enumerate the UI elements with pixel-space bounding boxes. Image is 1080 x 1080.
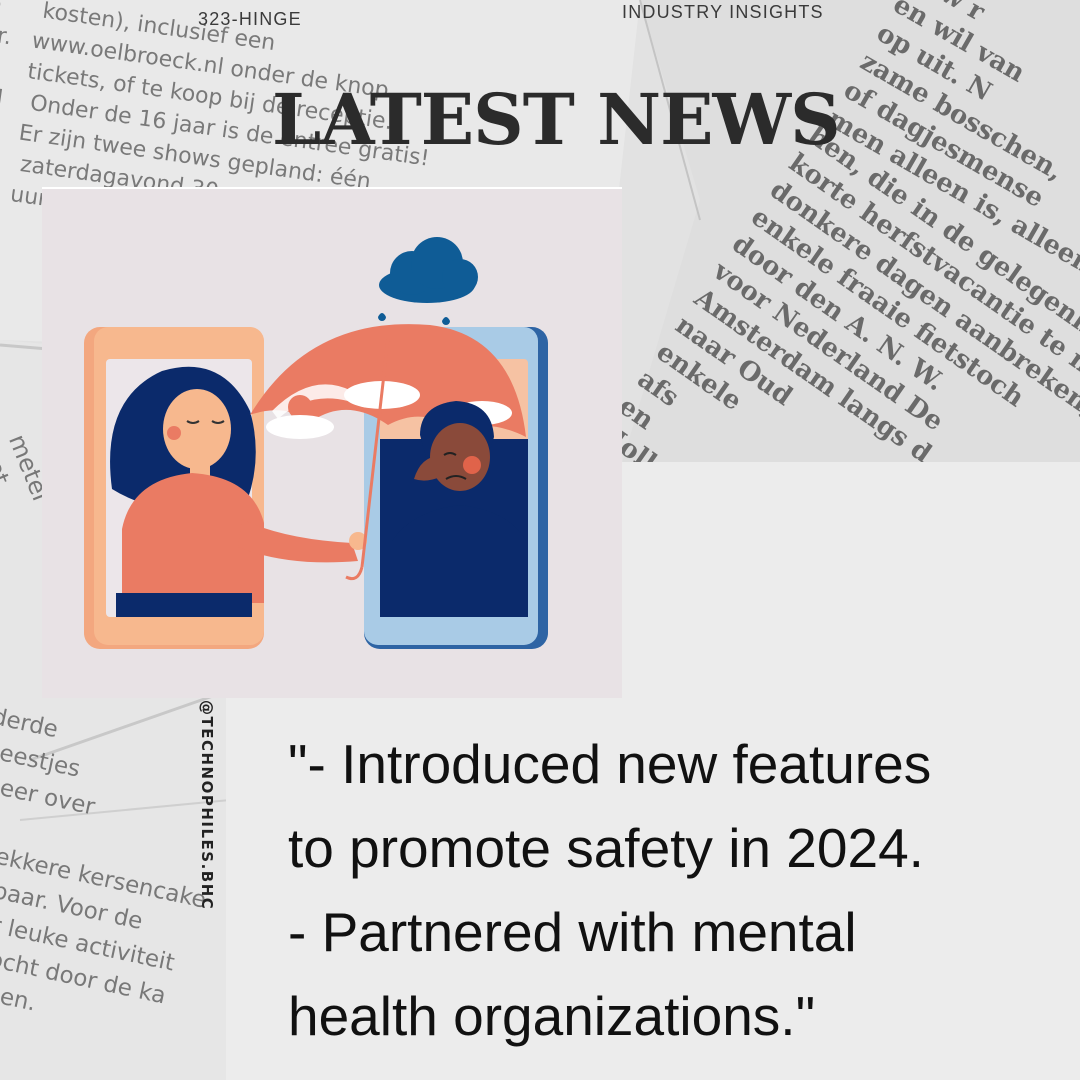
rain-cloud-icon (378, 237, 478, 333)
safety-illustration (42, 187, 622, 698)
news-quote: "- Introduced new features to promote sa… (288, 733, 932, 1047)
phone-illustration-icon (84, 237, 548, 649)
post-canvas: e kosten), inclusief een ur. www.oelbroe… (0, 0, 1080, 1080)
brand-tag: 323-HINGE (198, 9, 302, 29)
page-title: LATEST NEWS (272, 78, 841, 161)
category-tag: INDUSTRY INSIGHTS (622, 2, 824, 22)
instagram-handle: @TECHNOPHILES.BHC (198, 700, 216, 911)
